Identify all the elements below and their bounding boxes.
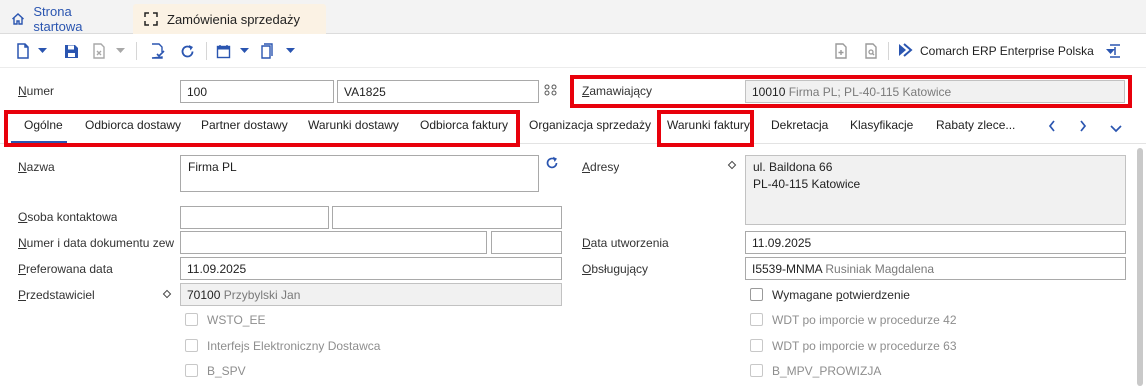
tab-label: Strona startowa bbox=[33, 4, 83, 34]
tab-strona-startowa[interactable]: Strona startowa bbox=[0, 4, 131, 34]
collapse-toolbar-icon[interactable] bbox=[1106, 42, 1124, 60]
number-format-icon[interactable] bbox=[544, 84, 558, 99]
tab-ogolne[interactable]: Ogólne bbox=[24, 118, 63, 132]
zamawiajacy-input[interactable]: 10010 Firma PL; PL-40-115 Katowice bbox=[745, 80, 1125, 103]
numer-dokumentu-label: Numer i data dokumentu zew... bbox=[18, 236, 174, 250]
osoba-kontaktowa-name-input[interactable] bbox=[332, 206, 562, 229]
preferowana-data-label: Preferowana data bbox=[18, 262, 113, 276]
toolbar-separator bbox=[136, 42, 137, 60]
company-icon bbox=[898, 42, 914, 61]
chevron-left-icon[interactable] bbox=[1048, 120, 1056, 135]
wymagane-potwierdzenie-label: Wymagane potwierdzenie bbox=[772, 288, 910, 302]
tab-warunki-faktury[interactable]: Warunki faktury bbox=[667, 118, 750, 132]
chevron-down-icon[interactable] bbox=[36, 42, 48, 60]
company-name: Comarch ERP Enterprise Polska bbox=[920, 44, 1094, 58]
adresy-input[interactable]: ul. Baildona 66 PL-40-115 Katowice bbox=[745, 155, 1126, 225]
tab-label: Zamówienia sprzedaży bbox=[167, 11, 300, 27]
calendar-icon[interactable] bbox=[214, 42, 232, 60]
chevron-down-icon[interactable] bbox=[1110, 122, 1122, 136]
chevron-right-icon[interactable] bbox=[1079, 120, 1087, 135]
adres-line-2: PL-40-115 Katowice bbox=[753, 177, 861, 191]
obslugujacy-label: Obsługujący bbox=[582, 262, 649, 276]
nazwa-label: Nazwa bbox=[18, 160, 55, 174]
tab-zamowienia-sprzedazy[interactable]: Zamówienia sprzedaży bbox=[133, 4, 326, 34]
form-tab-bar: Ogólne Odbiorca dostawy Partner dostawy … bbox=[0, 110, 1146, 144]
toolbar: Comarch ERP Enterprise Polska bbox=[0, 34, 1146, 68]
data-utworzenia-input[interactable]: 11.09.2025 bbox=[745, 231, 1126, 254]
chevron-down-icon[interactable] bbox=[238, 42, 250, 60]
interfejs-label: Interfejs Elektroniczny Dostawca bbox=[207, 339, 381, 353]
tab-organizacja-sprzedazy[interactable]: Organizacja sprzedaży bbox=[529, 118, 651, 132]
add-document-icon[interactable] bbox=[832, 42, 850, 60]
document-menu-icon[interactable] bbox=[258, 42, 276, 60]
numer-code-input[interactable]: VA1825 bbox=[337, 80, 539, 103]
chevron-down-icon[interactable] bbox=[114, 42, 126, 60]
tab-warunki-dostawy[interactable]: Warunki dostawy bbox=[308, 118, 399, 132]
chevron-down-icon[interactable] bbox=[284, 42, 296, 60]
wymagane-potwierdzenie-checkbox[interactable] bbox=[750, 288, 763, 301]
numer-label: Numer bbox=[18, 84, 55, 98]
check-document-icon[interactable] bbox=[148, 42, 166, 60]
toolbar-separator bbox=[888, 42, 889, 60]
interfejs-checkbox[interactable] bbox=[185, 339, 198, 352]
nazwa-input[interactable]: Firma PL bbox=[180, 155, 539, 192]
home-icon bbox=[10, 11, 25, 27]
refresh-icon[interactable] bbox=[545, 156, 559, 173]
wdt-63-checkbox[interactable] bbox=[750, 339, 763, 352]
expand-icon[interactable] bbox=[143, 11, 159, 27]
tab-partner-dostawy[interactable]: Partner dostawy bbox=[201, 118, 288, 132]
wdt-63-label: WDT po imporcie w procedurze 63 bbox=[772, 339, 957, 353]
tab-rabaty-zlecen[interactable]: Rabaty zlece... bbox=[936, 118, 1015, 132]
tab-odbiorca-faktury[interactable]: Odbiorca faktury bbox=[420, 118, 508, 132]
numer-input[interactable]: 100 bbox=[180, 80, 334, 103]
b-mpv-prowizja-checkbox[interactable] bbox=[750, 364, 763, 377]
adresy-label: Adresy bbox=[582, 160, 620, 174]
wdt-42-checkbox[interactable] bbox=[750, 313, 763, 326]
app-tab-bar: Strona startowa Zamówienia sprzedaży bbox=[0, 0, 1146, 34]
data-dokumentu-input[interactable] bbox=[491, 231, 562, 254]
tab-dekretacja[interactable]: Dekretacja bbox=[771, 118, 828, 132]
toolbar-separator bbox=[206, 42, 207, 60]
wsto-ee-checkbox[interactable] bbox=[185, 313, 198, 326]
refresh-icon[interactable] bbox=[178, 42, 196, 60]
b-spv-checkbox[interactable] bbox=[185, 364, 198, 377]
save-icon[interactable] bbox=[62, 42, 80, 60]
lookup-diamond-icon[interactable] bbox=[162, 289, 172, 299]
new-document-icon[interactable] bbox=[14, 42, 32, 60]
tab-odbiorca-dostawy[interactable]: Odbiorca dostawy bbox=[85, 118, 181, 132]
b-spv-label: B_SPV bbox=[207, 364, 246, 378]
tab-klasyfikacje[interactable]: Klasyfikacje bbox=[850, 118, 913, 132]
przedstawiciel-label: Przedstawiciel bbox=[18, 288, 95, 302]
osoba-kontaktowa-input[interactable] bbox=[180, 206, 329, 229]
tab-divider bbox=[0, 143, 1146, 144]
company-selector[interactable]: Comarch ERP Enterprise Polska bbox=[898, 42, 1115, 60]
numer-dokumentu-input[interactable] bbox=[180, 231, 487, 254]
osoba-kontaktowa-label: Osoba kontaktowa bbox=[18, 210, 118, 224]
lookup-diamond-icon[interactable] bbox=[727, 160, 737, 170]
adres-line-1: ul. Baildona 66 bbox=[753, 160, 833, 174]
data-utworzenia-label: Data utworzenia bbox=[582, 236, 669, 250]
discard-icon[interactable] bbox=[90, 42, 108, 60]
search-document-icon[interactable] bbox=[862, 42, 880, 60]
vertical-scrollbar[interactable] bbox=[1137, 148, 1143, 386]
wsto-ee-label: WSTO_EE bbox=[207, 313, 266, 327]
wdt-42-label: WDT po imporcie w procedurze 42 bbox=[772, 313, 957, 327]
obslugujacy-input[interactable]: I5539-MNMA Rusiniak Magdalena bbox=[745, 257, 1126, 280]
zamawiajacy-label: Zamawiający bbox=[582, 84, 653, 98]
b-mpv-prowizja-label: B_MPV_PROWIZJA bbox=[772, 364, 882, 378]
preferowana-data-input[interactable]: 11.09.2025 bbox=[180, 257, 562, 280]
przedstawiciel-input[interactable]: 70100 Przybylski Jan bbox=[180, 283, 562, 306]
